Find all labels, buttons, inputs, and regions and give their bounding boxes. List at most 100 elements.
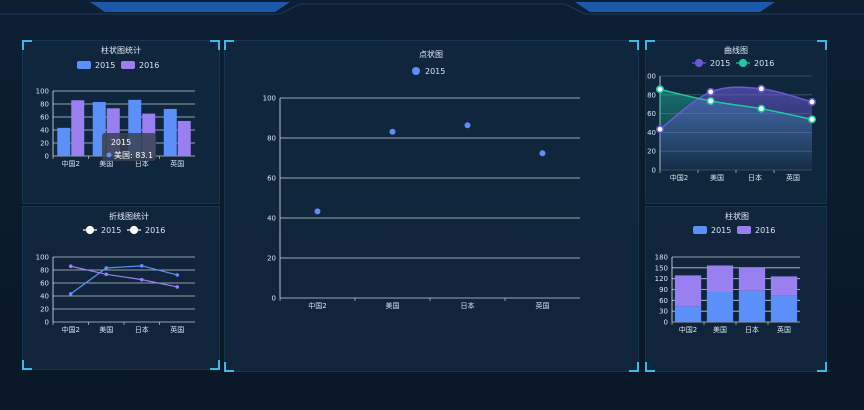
line-chart: 折线图统计 2015 2016 0 20 40 60 80 100 中国2 美国 日本 英国 bbox=[36, 211, 195, 334]
curve-point-2015[interactable] bbox=[656, 125, 665, 134]
y-tick-label: 40 bbox=[267, 215, 276, 223]
curve-chart-title: 曲线图 bbox=[724, 45, 748, 55]
x-tick-label: 美国 bbox=[99, 325, 113, 334]
scatter-point[interactable] bbox=[464, 122, 471, 129]
x-tick-label: 英国 bbox=[170, 325, 184, 334]
legend-label: 2015 bbox=[101, 226, 121, 235]
stacked-bar-chart-bars[interactable] bbox=[674, 265, 798, 322]
bar-2015[interactable] bbox=[163, 108, 177, 156]
legend-label: 2015 bbox=[711, 226, 731, 235]
x-tick-label: 美国 bbox=[386, 301, 400, 310]
stack-bar-2016[interactable] bbox=[706, 265, 734, 292]
x-tick-label: 英国 bbox=[777, 325, 791, 334]
line-point-2015[interactable] bbox=[104, 266, 109, 270]
curve-point-2016[interactable] bbox=[757, 104, 766, 113]
dashboard: 柱状图统计 2015 2016 0 20 40 60 80 100 中国2 美国 日本 英国 201… bbox=[0, 0, 864, 410]
legend-marker[interactable] bbox=[738, 58, 748, 68]
line-point-2015[interactable] bbox=[68, 292, 73, 296]
line-chart-title: 折线图统计 bbox=[109, 211, 149, 221]
legend-label: 2016 bbox=[755, 226, 775, 235]
stack-bar-2015[interactable] bbox=[770, 295, 798, 322]
y-tick-label: 90 bbox=[659, 286, 668, 294]
stacked-bar-chart-legend[interactable]: 2015 2016 bbox=[693, 226, 775, 235]
y-tick-label: 80 bbox=[647, 91, 656, 99]
line-point-2016[interactable] bbox=[68, 264, 73, 269]
y-tick-label: 60 bbox=[40, 280, 49, 288]
y-tick-label: 80 bbox=[40, 101, 49, 109]
y-tick-label: 20 bbox=[40, 306, 49, 314]
y-tick-label: 60 bbox=[40, 114, 49, 122]
legend-swatch[interactable] bbox=[693, 226, 707, 234]
line-chart-grid: 0 20 40 60 80 100 中国2 美国 日本 英国 bbox=[36, 254, 195, 334]
curve-point-2016[interactable] bbox=[706, 97, 715, 106]
scatter-chart-points[interactable] bbox=[314, 122, 546, 215]
x-tick-label: 中国2 bbox=[62, 159, 80, 168]
curve-point-2016[interactable] bbox=[808, 115, 817, 124]
y-tick-label: 0 bbox=[45, 319, 49, 327]
y-tick-label: 30 bbox=[659, 308, 668, 316]
bar-2016[interactable] bbox=[177, 120, 191, 156]
y-tick-label: 60 bbox=[267, 175, 276, 183]
y-tick-label: 120 bbox=[655, 275, 668, 283]
legend-label: 2016 bbox=[145, 226, 165, 235]
curve-point-2016[interactable] bbox=[656, 85, 665, 94]
scatter-point[interactable] bbox=[314, 208, 321, 215]
y-tick-label: 0 bbox=[664, 319, 668, 327]
scatter-point[interactable] bbox=[389, 128, 396, 135]
y-tick-label: 20 bbox=[647, 148, 656, 156]
bar-chart-tooltip: 2015 美国: 83.1 bbox=[102, 133, 156, 161]
x-tick-label: 美国 bbox=[710, 173, 724, 182]
legend-marker[interactable] bbox=[129, 225, 139, 235]
legend-marker[interactable] bbox=[85, 225, 95, 235]
curve-point-2015[interactable] bbox=[706, 87, 715, 96]
line-point-2015[interactable] bbox=[139, 264, 144, 268]
x-tick-label: 日本 bbox=[748, 173, 762, 182]
y-tick-label: 0 bbox=[45, 153, 49, 161]
curve-point-2015[interactable] bbox=[808, 97, 817, 106]
legend-swatch[interactable] bbox=[121, 61, 135, 69]
scatter-chart-grid: 0 20 40 60 80 100 中国2 美国 日本 英国 bbox=[263, 95, 580, 310]
line-point-2015[interactable] bbox=[175, 273, 180, 277]
bar-2015[interactable] bbox=[57, 127, 71, 156]
stack-bar-2015[interactable] bbox=[738, 290, 766, 322]
y-tick-label: 180 bbox=[655, 254, 668, 262]
stacked-bar-chart-panel: 柱状图 2015 2016 0 30 60 90 120 150 180 中国2 美国 日本 英国 bbox=[645, 206, 827, 372]
line-chart-lines[interactable] bbox=[68, 264, 180, 296]
line-chart-legend[interactable]: 2015 2016 bbox=[83, 225, 165, 235]
line-point-2016[interactable] bbox=[139, 277, 144, 282]
stack-bar-2016[interactable] bbox=[770, 276, 798, 296]
y-tick-label: 100 bbox=[36, 254, 49, 262]
curve-chart-legend[interactable]: 2015 2016 bbox=[692, 58, 774, 68]
curve-chart: 曲线图 2015 2016 0 20 40 60 80 100 中国2 美国 日本 英国 bbox=[643, 45, 817, 182]
legend-label: 2015 bbox=[710, 59, 730, 68]
tooltip-title: 2015 bbox=[111, 138, 131, 147]
y-tick-label: 40 bbox=[40, 293, 49, 301]
bar-chart-title: 柱状图统计 bbox=[101, 45, 141, 55]
legend-label: 2016 bbox=[139, 61, 159, 70]
scatter-point[interactable] bbox=[539, 150, 546, 157]
y-tick-label: 100 bbox=[646, 73, 656, 81]
y-tick-label: 0 bbox=[272, 295, 276, 303]
curve-chart-panel: 曲线图 2015 2016 0 20 40 60 80 100 中国2 美国 日本 英国 bbox=[643, 40, 827, 204]
stack-bar-2015[interactable] bbox=[674, 306, 702, 322]
stack-bar-2015[interactable] bbox=[706, 291, 734, 322]
curve-chart-lines[interactable] bbox=[656, 84, 817, 170]
legend-marker[interactable] bbox=[694, 58, 704, 68]
line-series-2016[interactable] bbox=[70, 265, 178, 288]
bar-2016[interactable] bbox=[71, 100, 85, 156]
x-tick-label: 英国 bbox=[786, 173, 800, 182]
bar-chart-legend[interactable]: 2015 2016 bbox=[77, 61, 159, 70]
legend-swatch[interactable] bbox=[737, 226, 751, 234]
y-tick-label: 80 bbox=[267, 135, 276, 143]
stack-bar-2016[interactable] bbox=[674, 275, 702, 307]
curve-point-2015[interactable] bbox=[757, 84, 766, 93]
stacked-bar-chart-title: 柱状图 bbox=[725, 211, 749, 221]
y-tick-label: 20 bbox=[40, 140, 49, 148]
legend-marker[interactable] bbox=[412, 67, 420, 75]
scatter-chart-legend[interactable]: 2015 bbox=[412, 67, 445, 76]
line-point-2016[interactable] bbox=[104, 272, 109, 277]
stack-bar-2016[interactable] bbox=[738, 267, 766, 291]
scatter-chart-title: 点状图 bbox=[419, 49, 443, 59]
legend-swatch[interactable] bbox=[77, 61, 91, 69]
line-point-2016[interactable] bbox=[175, 285, 180, 289]
